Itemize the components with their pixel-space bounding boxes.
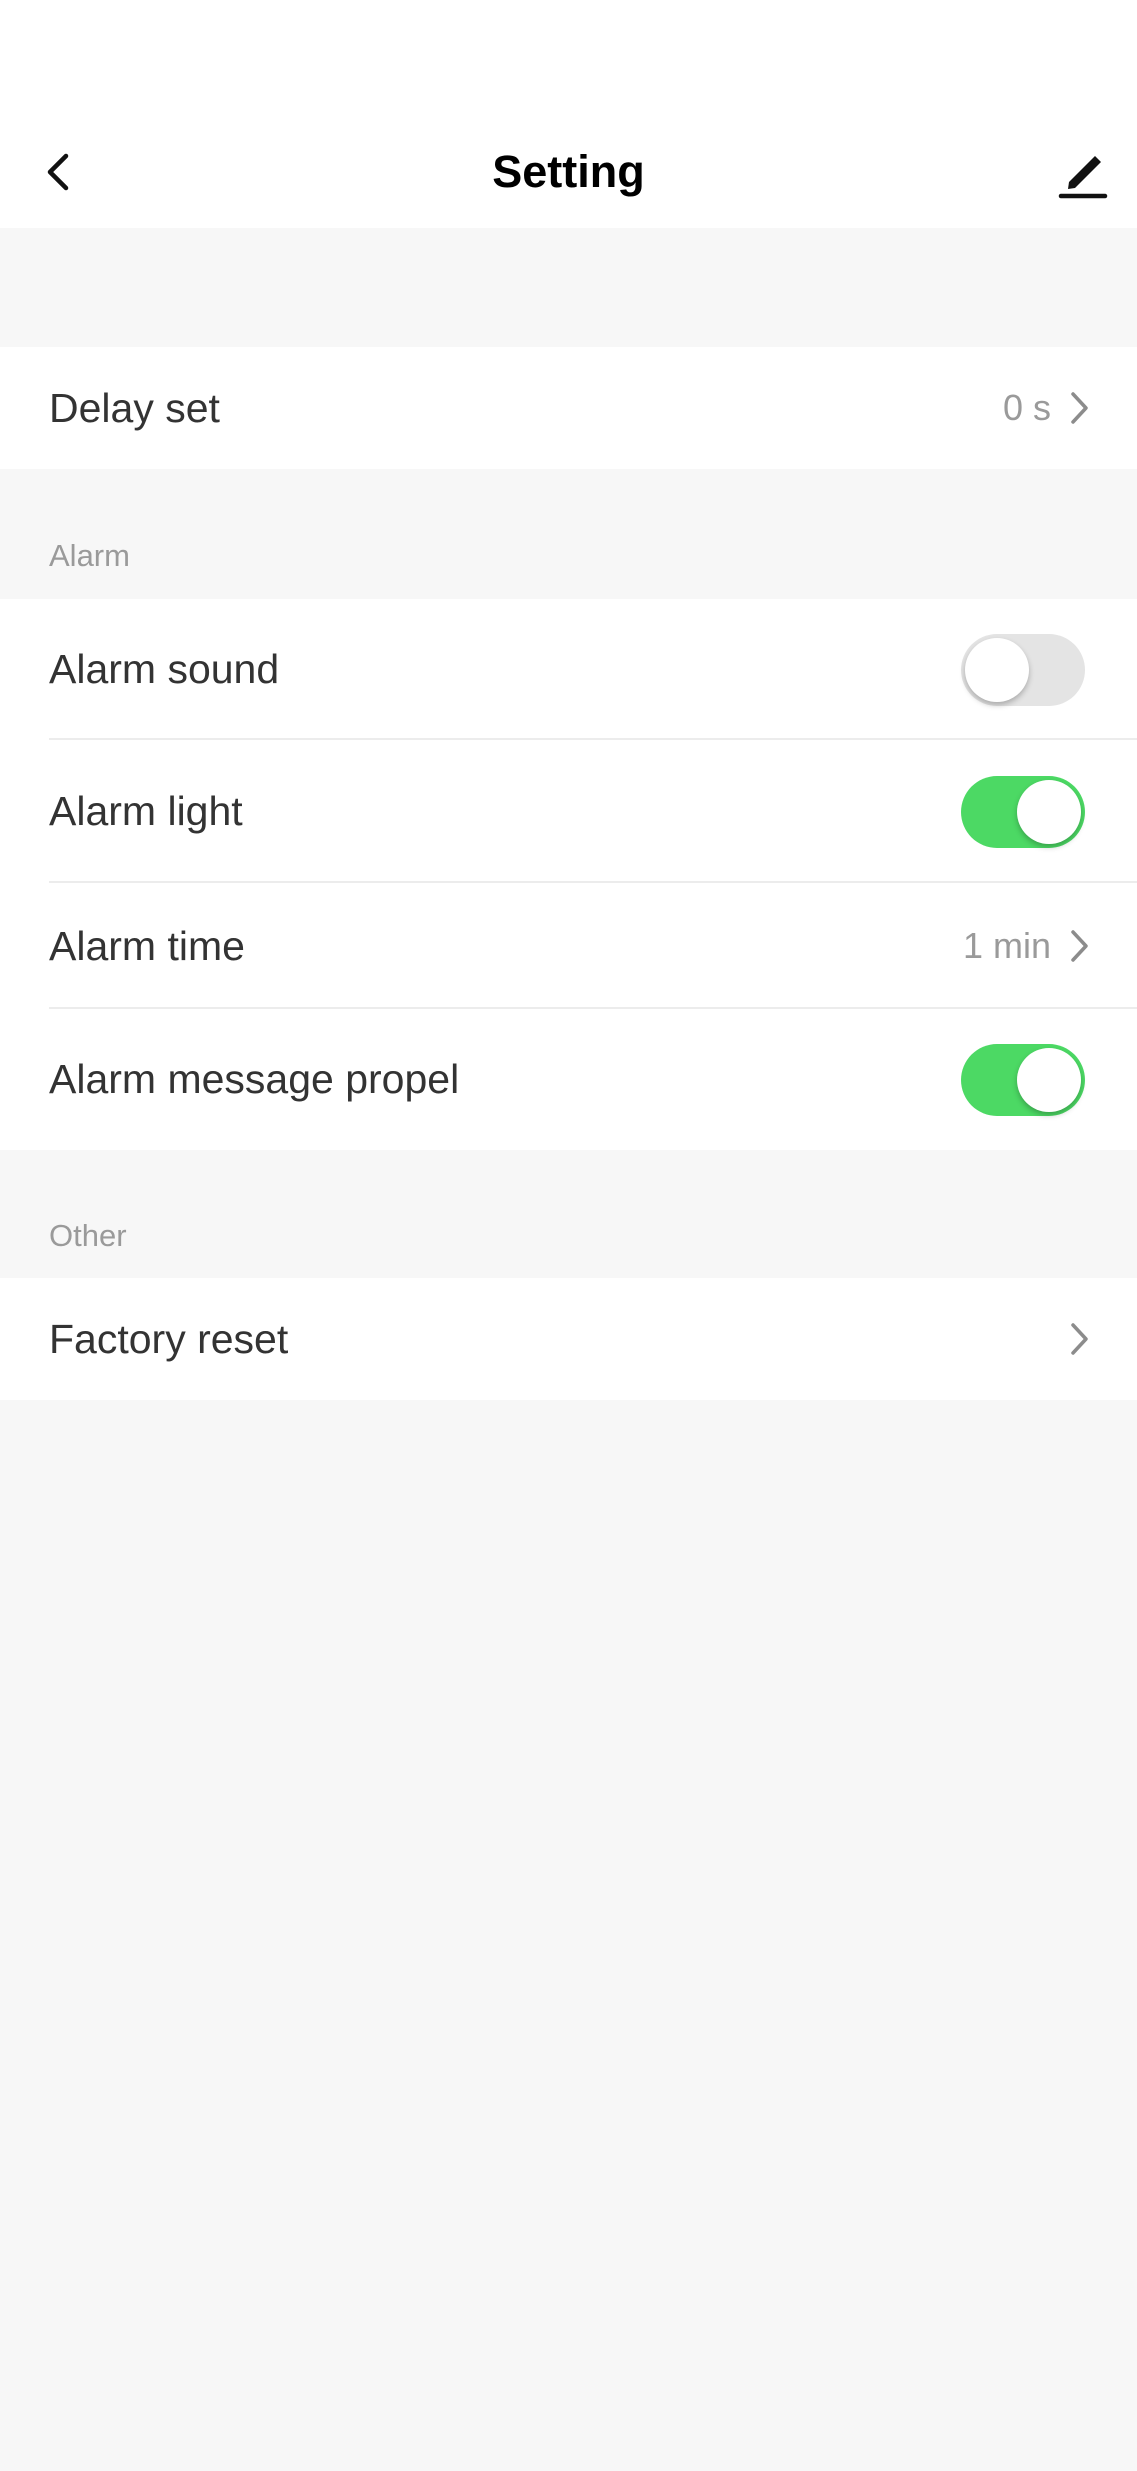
- delay-set-label: Delay set: [49, 384, 220, 431]
- edit-button[interactable]: [1051, 140, 1115, 204]
- alarm-section-header: Alarm: [49, 538, 130, 573]
- factory-reset-row[interactable]: Factory reset: [0, 1278, 1137, 1400]
- toggle-knob: [965, 637, 1029, 702]
- alarm-message-propel-label: Alarm message propel: [49, 1056, 460, 1102]
- alarm-sound-row: Alarm sound: [0, 599, 1137, 740]
- alarm-time-row[interactable]: Alarm time 1 min: [0, 883, 1137, 1009]
- chevron-right-icon: [1063, 388, 1095, 428]
- page-title: Setting: [492, 146, 645, 197]
- alarm-time-label: Alarm time: [49, 922, 245, 969]
- status-bar: [0, 0, 1137, 110]
- toggle-knob: [1017, 779, 1081, 844]
- alarm-light-row: Alarm light: [0, 740, 1137, 883]
- delay-set-row[interactable]: Delay set 0 s: [0, 347, 1137, 469]
- toggle-knob: [1017, 1047, 1081, 1112]
- chevron-right-icon: [1063, 1319, 1095, 1359]
- alarm-message-propel-toggle[interactable]: [961, 1043, 1085, 1116]
- alarm-sound-label: Alarm sound: [49, 646, 280, 692]
- nav-bar: Setting: [0, 110, 1137, 228]
- pencil-icon: [1058, 156, 1108, 199]
- alarm-message-propel-row: Alarm message propel: [0, 1009, 1137, 1150]
- other-section-header: Other: [49, 1218, 127, 1253]
- chevron-right-icon: [1063, 926, 1095, 966]
- alarm-time-value: 1 min: [962, 925, 1051, 966]
- delay-set-value: 0 s: [1002, 387, 1051, 428]
- factory-reset-label: Factory reset: [49, 1315, 289, 1362]
- alarm-light-label: Alarm light: [49, 788, 243, 834]
- alarm-sound-toggle[interactable]: [961, 633, 1085, 706]
- alarm-light-toggle[interactable]: [961, 775, 1085, 848]
